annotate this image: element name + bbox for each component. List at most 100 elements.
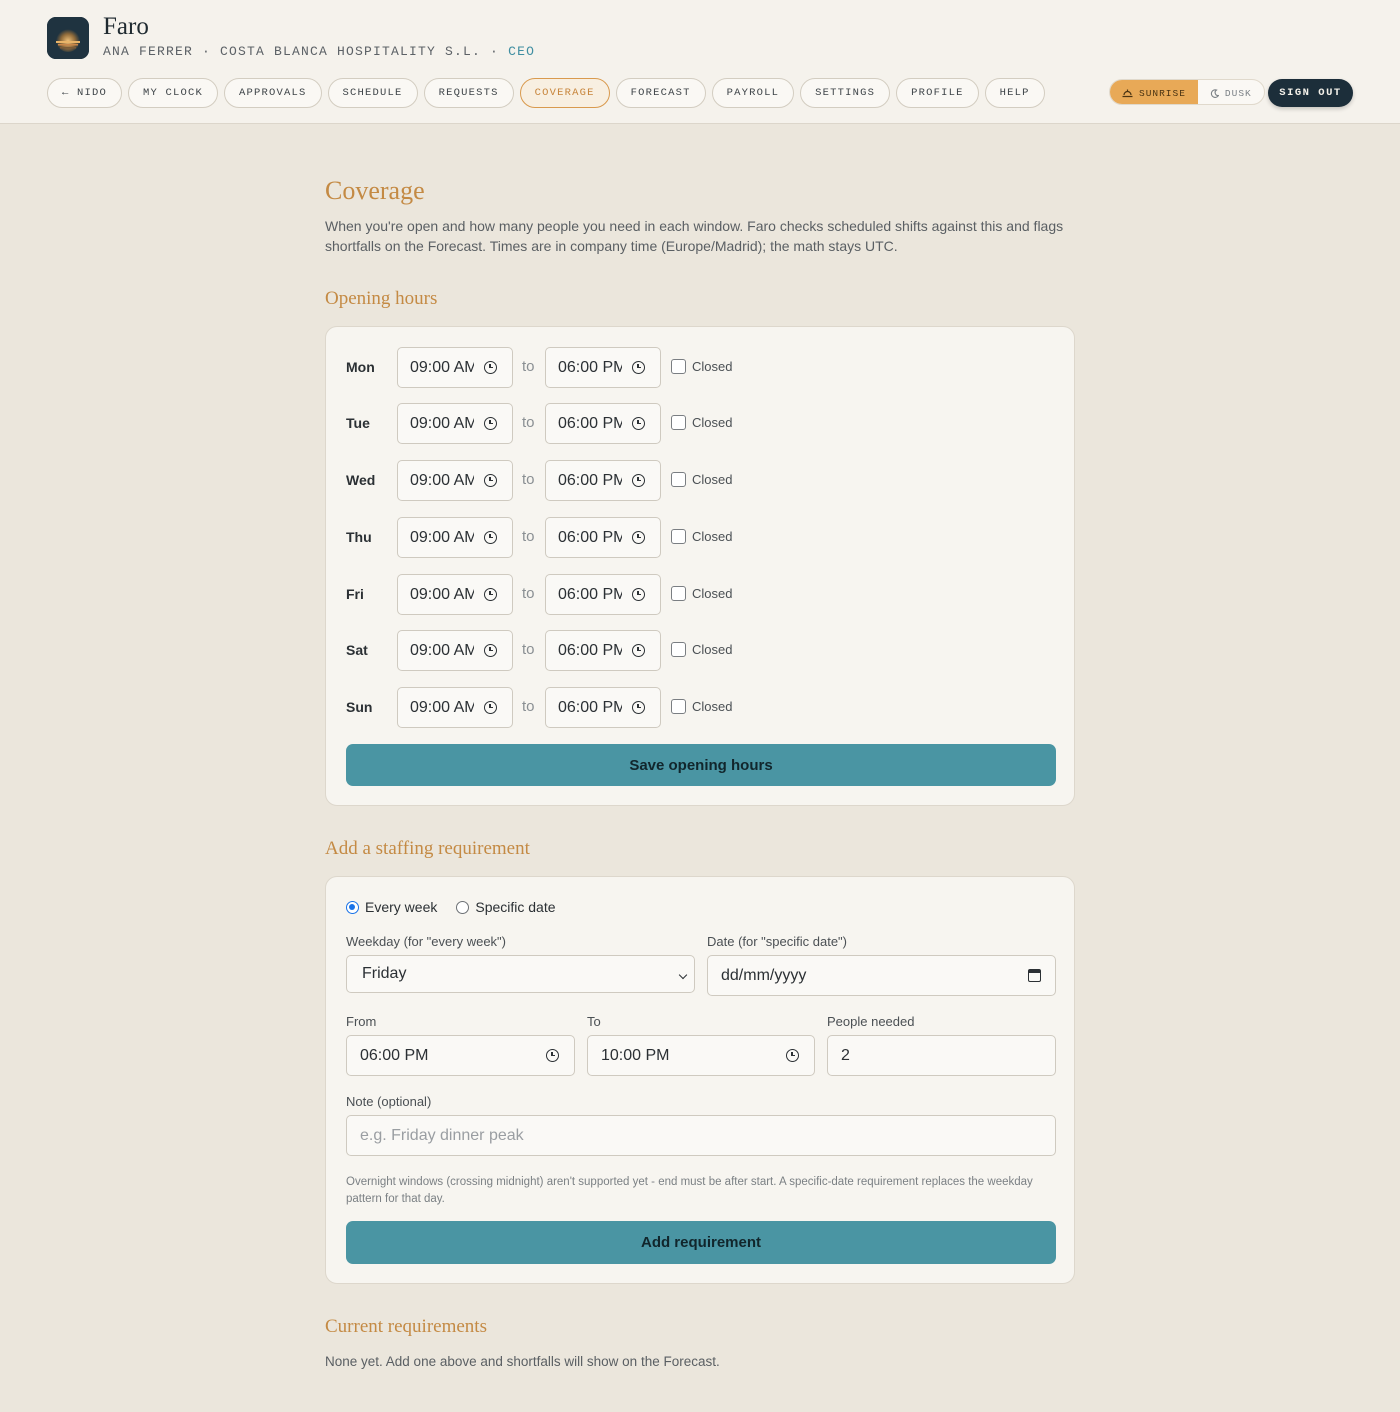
date-input[interactable]: dd/mm/yyyy bbox=[707, 955, 1056, 996]
closed-label: Closed bbox=[692, 529, 733, 544]
nav-help[interactable]: HELP bbox=[984, 78, 1045, 108]
chevron-down-icon bbox=[678, 970, 688, 980]
theme-dusk-label: DUSK bbox=[1224, 87, 1252, 99]
clock-icon bbox=[484, 417, 497, 430]
nav-approvals[interactable]: APPROVALS bbox=[224, 78, 322, 108]
user-org-text: ANA FERRER · COSTA BLANCA HOSPITALITY S.… bbox=[103, 44, 509, 59]
day-label: Fri bbox=[346, 586, 364, 602]
calendar-icon[interactable] bbox=[1028, 969, 1041, 982]
user-line: ANA FERRER · COSTA BLANCA HOSPITALITY S.… bbox=[103, 44, 535, 59]
clock-icon bbox=[484, 588, 497, 601]
nav-forecast[interactable]: FORECAST bbox=[615, 78, 706, 108]
close-time-input[interactable]: 06:00 PM bbox=[545, 403, 661, 444]
checkbox-box[interactable] bbox=[671, 529, 686, 544]
add-requirement-card: Every week Specific date Weekday (for "e… bbox=[325, 876, 1075, 1284]
note-label: Note (optional) bbox=[346, 1094, 432, 1109]
opening-hours-heading: Opening hours bbox=[325, 288, 438, 309]
day-label: Sat bbox=[346, 642, 368, 658]
clock-icon bbox=[632, 644, 645, 657]
clock-icon bbox=[484, 531, 497, 544]
open-time-input[interactable]: 09:00 AM bbox=[397, 517, 513, 558]
day-row-sun: Sun 09:00 AM to 06:00 PM Closed bbox=[346, 687, 1046, 728]
close-time-input[interactable]: 06:00 PM bbox=[545, 460, 661, 501]
open-time-input[interactable]: 09:00 AM bbox=[397, 687, 513, 728]
day-label: Thu bbox=[346, 529, 372, 545]
checkbox-box[interactable] bbox=[671, 472, 686, 487]
save-opening-hours-button[interactable]: Save opening hours bbox=[346, 744, 1056, 786]
open-time-input[interactable]: 09:00 AM bbox=[397, 347, 513, 388]
theme-sunrise-button[interactable]: SUNRISE bbox=[1110, 80, 1198, 104]
nav-schedule[interactable]: SCHEDULE bbox=[327, 78, 418, 108]
checkbox-box[interactable] bbox=[671, 359, 686, 374]
sunrise-icon bbox=[1122, 89, 1133, 97]
nav-payroll[interactable]: PAYROLL bbox=[711, 78, 795, 108]
to-time-input[interactable]: 10:00 PM bbox=[587, 1035, 815, 1076]
nav-coverage[interactable]: COVERAGE bbox=[519, 78, 610, 108]
closed-checkbox[interactable]: Closed bbox=[671, 699, 732, 714]
nav-profile[interactable]: PROFILE bbox=[896, 78, 979, 108]
closed-checkbox[interactable]: Closed bbox=[671, 359, 732, 374]
checkbox-box[interactable] bbox=[671, 642, 686, 657]
empty-requirements-text: None yet. Add one above and shortfalls w… bbox=[325, 1354, 720, 1369]
specific-date-label[interactable]: Specific date bbox=[475, 899, 555, 915]
weekday-select[interactable]: Friday bbox=[346, 955, 695, 993]
closed-checkbox[interactable]: Closed bbox=[671, 586, 732, 601]
app-title: Faro bbox=[103, 13, 149, 40]
checkbox-box[interactable] bbox=[671, 586, 686, 601]
nav-requests[interactable]: REQUESTS bbox=[423, 78, 514, 108]
clock-icon bbox=[632, 701, 645, 714]
add-requirement-button[interactable]: Add requirement bbox=[346, 1221, 1056, 1264]
closed-checkbox[interactable]: Closed bbox=[671, 472, 732, 487]
from-time-input[interactable]: 06:00 PM bbox=[346, 1035, 575, 1076]
sign-out-button[interactable]: SIGN OUT bbox=[1268, 79, 1353, 107]
close-time-input[interactable]: 06:00 PM bbox=[545, 347, 661, 388]
clock-icon bbox=[546, 1049, 559, 1062]
clock-icon bbox=[484, 361, 497, 374]
people-needed-label: People needed bbox=[827, 1014, 915, 1029]
to-time-label: To bbox=[587, 1014, 601, 1029]
clock-icon bbox=[632, 474, 645, 487]
from-label: From bbox=[346, 1014, 377, 1029]
checkbox-box[interactable] bbox=[671, 415, 686, 430]
clock-icon bbox=[484, 701, 497, 714]
day-row-fri: Fri 09:00 AM to 06:00 PM Closed bbox=[346, 574, 1046, 615]
close-time-input[interactable]: 06:00 PM bbox=[545, 687, 661, 728]
close-time-input[interactable]: 06:00 PM bbox=[545, 574, 661, 615]
people-needed-input[interactable]: 2 bbox=[827, 1035, 1056, 1076]
closed-label: Closed bbox=[692, 415, 733, 430]
nav-nido[interactable]: ← NIDO bbox=[47, 78, 123, 108]
to-label: to bbox=[522, 358, 535, 375]
day-row-sat: Sat 09:00 AM to 06:00 PM Closed bbox=[346, 630, 1046, 671]
closed-label: Closed bbox=[692, 359, 733, 374]
closed-checkbox[interactable]: Closed bbox=[671, 529, 732, 544]
theme-sunrise-label: SUNRISE bbox=[1139, 87, 1186, 99]
current-requirements-heading: Current requirements bbox=[325, 1316, 487, 1337]
close-time-input[interactable]: 06:00 PM bbox=[545, 517, 661, 558]
clock-icon bbox=[484, 474, 497, 487]
faro-logo-icon bbox=[47, 17, 89, 59]
clock-icon bbox=[632, 361, 645, 374]
theme-toggle: SUNRISE DUSK bbox=[1109, 79, 1265, 105]
open-time-input[interactable]: 09:00 AM bbox=[397, 460, 513, 501]
checkbox-box[interactable] bbox=[671, 699, 686, 714]
nav-my-clock[interactable]: MY CLOCK bbox=[128, 78, 219, 108]
to-label: to bbox=[522, 528, 535, 545]
closed-checkbox[interactable]: Closed bbox=[671, 642, 732, 657]
open-time-input[interactable]: 09:00 AM bbox=[397, 630, 513, 671]
day-row-thu: Thu 09:00 AM to 06:00 PM Closed bbox=[346, 517, 1046, 558]
to-label: to bbox=[522, 471, 535, 488]
weekday-label: Weekday (for "every week") bbox=[346, 934, 506, 949]
every-week-radio[interactable] bbox=[346, 900, 359, 914]
closed-checkbox[interactable]: Closed bbox=[671, 415, 732, 430]
specific-date-radio[interactable] bbox=[456, 900, 470, 914]
theme-dusk-button[interactable]: DUSK bbox=[1198, 80, 1264, 104]
open-time-input[interactable]: 09:00 AM bbox=[397, 403, 513, 444]
close-time-input[interactable]: 06:00 PM bbox=[545, 630, 661, 671]
note-input[interactable]: e.g. Friday dinner peak bbox=[346, 1115, 1056, 1156]
clock-icon bbox=[632, 588, 645, 601]
open-time-input[interactable]: 09:00 AM bbox=[397, 574, 513, 615]
main-nav: ← NIDO MY CLOCK APPROVALS SCHEDULE REQUE… bbox=[47, 78, 1045, 108]
requirement-help-text: Overnight windows (crossing midnight) ar… bbox=[346, 1176, 1033, 1205]
every-week-label[interactable]: Every week bbox=[365, 899, 437, 915]
nav-settings[interactable]: SETTINGS bbox=[800, 78, 891, 108]
